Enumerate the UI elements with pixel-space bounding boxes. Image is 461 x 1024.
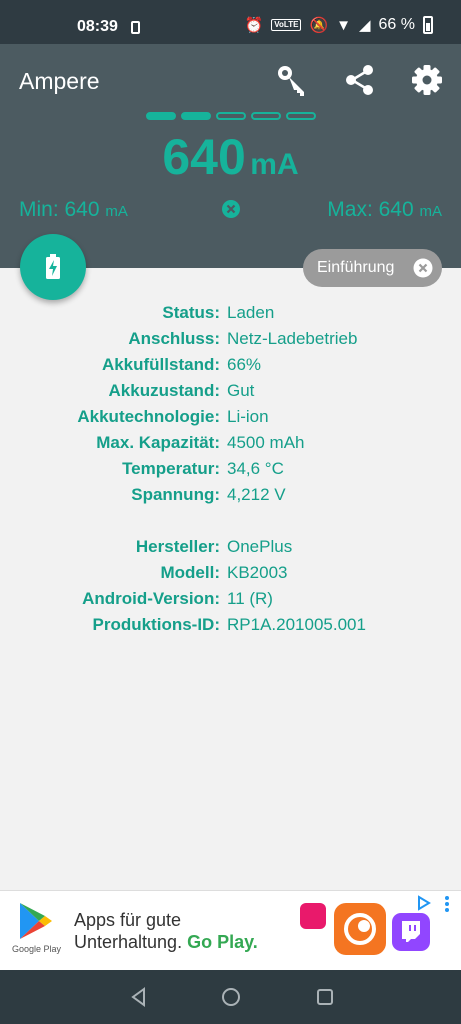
- info-row-manufacturer: Hersteller: OnePlus: [0, 534, 461, 560]
- info-row-android-version: Android-Version: 11 (R): [0, 586, 461, 612]
- info-row-status: Status: Laden: [0, 300, 461, 326]
- google-play-logo-icon: [20, 903, 52, 939]
- info-key: Modell:: [160, 563, 221, 582]
- ad-line2-text: Unterhaltung.: [74, 932, 183, 952]
- alarm-icon: ⏰: [244, 16, 264, 34]
- max-unit: mA: [419, 203, 443, 220]
- info-row-voltage: Spannung: 4,212 V: [0, 482, 461, 508]
- reset-minmax-icon[interactable]: [221, 199, 241, 219]
- info-table: Status: Laden Anschluss: Netz-Ladebetrie…: [0, 300, 461, 638]
- battery-icon: [423, 16, 433, 34]
- battery-percent: 66 %: [378, 16, 415, 33]
- ad-line2-highlight: Go Play.: [187, 932, 258, 952]
- info-value: 34,6 °C: [227, 459, 284, 478]
- current-value: 640: [162, 129, 246, 185]
- charging-fab[interactable]: [20, 234, 86, 300]
- max-reading: Max: 640 mA: [327, 198, 442, 222]
- info-row-level: Akkufüllstand: 66%: [0, 352, 461, 378]
- info-value: OnePlus: [227, 537, 293, 556]
- info-value: 11 (R): [227, 589, 273, 608]
- info-key: Produktions-ID:: [92, 615, 221, 634]
- key-icon[interactable]: [274, 62, 310, 98]
- app-header: Ampere 640 mA Min: 640 mA Max: 640 mA: [0, 44, 461, 268]
- info-row-build-id: Produktions-ID: RP1A.201005.001: [0, 612, 461, 638]
- ad-app-icon: [392, 913, 430, 951]
- info-key: Akkuzustand:: [108, 381, 220, 400]
- info-value: KB2003: [227, 563, 288, 582]
- ad-line1: Apps für gute: [74, 910, 182, 930]
- current-reading: 640 mA: [0, 128, 461, 186]
- info-key: Temperatur:: [122, 459, 220, 478]
- info-row-health: Akkuzustand: Gut: [0, 378, 461, 404]
- info-key: Akkutechnologie:: [77, 407, 220, 426]
- info-value: Li-ion: [227, 407, 269, 426]
- info-value: 66%: [227, 355, 262, 374]
- info-key: Status:: [162, 303, 220, 322]
- info-key: Anschluss:: [128, 329, 220, 348]
- ad-app-icon: [334, 903, 386, 955]
- store-label: Google Play: [12, 944, 62, 954]
- navigation-bar: [0, 970, 461, 1024]
- volte-icon: VoLTE: [271, 19, 302, 31]
- max-label: Max: 640: [327, 198, 414, 221]
- info-key: Android-Version:: [82, 589, 220, 608]
- info-value: 4500 mAh: [227, 433, 305, 452]
- level-dot: [216, 112, 246, 120]
- crunchyroll-icon: [344, 913, 376, 945]
- ad-app-icon: [300, 903, 326, 929]
- level-dot: [286, 112, 316, 120]
- info-value: RP1A.201005.001: [227, 615, 366, 634]
- min-unit: mA: [105, 203, 128, 220]
- info-value: 4,212 V: [227, 485, 286, 504]
- info-key: Spannung:: [131, 485, 220, 504]
- intro-chip[interactable]: Einführung: [303, 249, 442, 287]
- gear-icon[interactable]: [409, 62, 445, 98]
- ad-line2: Unterhaltung. Go Play.: [74, 931, 258, 953]
- level-dot: [181, 112, 211, 120]
- min-label: Min: 640: [19, 198, 100, 221]
- level-dot: [251, 112, 281, 120]
- ad-banner[interactable]: Google Play Apps für gute Unterhaltung. …: [0, 890, 461, 970]
- home-icon[interactable]: [220, 986, 242, 1008]
- info-row-connection: Anschluss: Netz-Ladebetrieb: [0, 326, 461, 352]
- share-icon[interactable]: [342, 62, 378, 98]
- back-icon[interactable]: [128, 986, 150, 1008]
- recents-icon[interactable]: [314, 986, 336, 1008]
- info-key: Akkufüllstand:: [101, 355, 220, 374]
- status-bar: 08:39 ⏰ VoLTE 🔕 ▼ ◢ 66 %: [0, 0, 461, 44]
- level-indicator: [146, 112, 316, 120]
- info-key: Max. Kapazität:: [96, 433, 220, 452]
- current-unit: mA: [250, 148, 299, 181]
- mute-icon: 🔕: [309, 16, 329, 34]
- info-row-temperature: Temperatur: 34,6 °C: [0, 456, 461, 482]
- signal-icon: ◢: [358, 16, 371, 34]
- info-key: Hersteller:: [135, 537, 220, 556]
- clock: 08:39: [77, 18, 118, 35]
- wifi-icon: ▼: [336, 16, 351, 34]
- info-row-technology: Akkutechnologie: Li-ion: [0, 404, 461, 430]
- status-icons: ⏰ VoLTE 🔕 ▼ ◢ 66 %: [245, 16, 433, 34]
- ad-text: Apps für gute Unterhaltung. Go Play.: [74, 909, 258, 953]
- app-title: Ampere: [19, 68, 100, 94]
- sim-icon: [131, 21, 140, 34]
- battery-charging-icon: [46, 254, 60, 279]
- ad-choices-icon[interactable]: [416, 895, 432, 911]
- info-row-model: Modell: KB2003: [0, 560, 461, 586]
- level-dot: [146, 112, 176, 120]
- info-value: Laden: [227, 303, 275, 322]
- close-icon[interactable]: [413, 258, 433, 278]
- intro-chip-label: Einführung: [317, 259, 395, 276]
- info-value: Netz-Ladebetrieb: [227, 329, 358, 348]
- more-vertical-icon[interactable]: [443, 895, 451, 913]
- twitch-icon: [402, 921, 420, 942]
- info-value: Gut: [227, 381, 255, 400]
- min-reading: Min: 640 mA: [19, 198, 128, 222]
- info-row-capacity: Max. Kapazität: 4500 mAh: [0, 430, 461, 456]
